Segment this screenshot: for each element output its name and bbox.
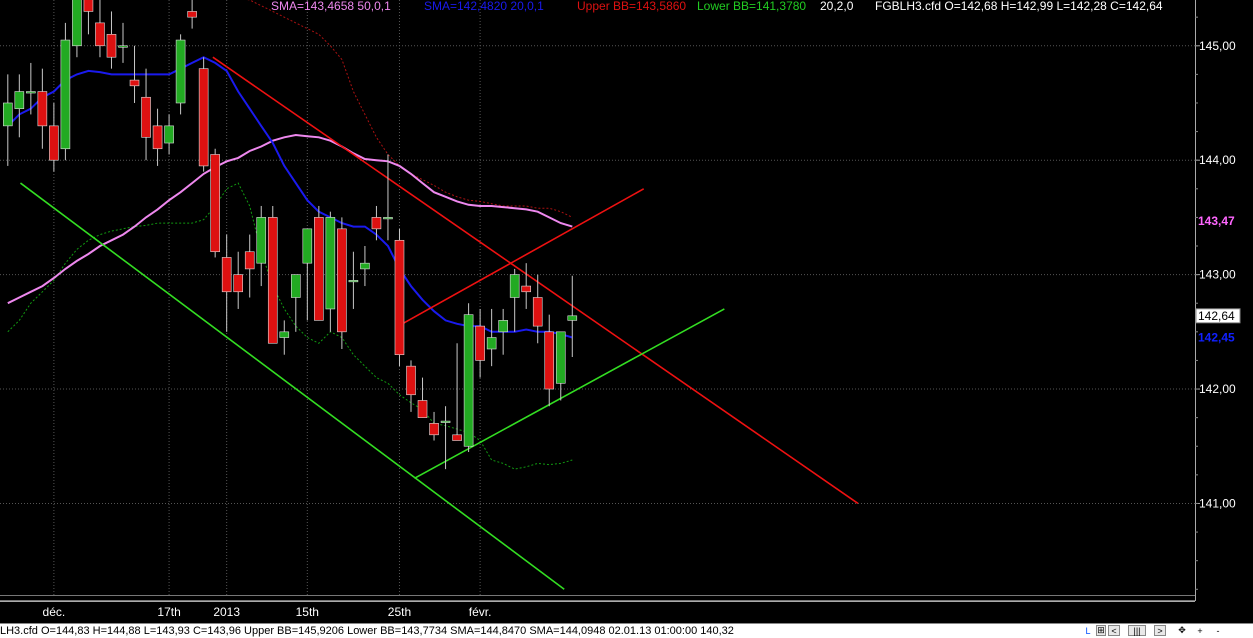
x-tick-label: 17th <box>157 605 180 619</box>
candle-body-up <box>164 125 174 144</box>
candle-body-up <box>325 217 336 310</box>
candle-body-up <box>290 274 301 298</box>
candle-body-down <box>95 22 105 47</box>
candle-body-down <box>521 285 532 293</box>
candle-body-down <box>429 423 439 436</box>
candle-body-down <box>532 297 543 327</box>
candle-body-up <box>486 337 497 350</box>
candle-body-down <box>371 217 382 230</box>
x-tick-label: 25th <box>388 605 411 619</box>
candle-body-up <box>72 0 82 47</box>
candle-body-down <box>452 434 462 441</box>
scroll-right-button[interactable]: > <box>1154 625 1166 636</box>
candle-body-down <box>129 79 140 87</box>
candle-body-up <box>14 91 25 110</box>
candle-body-up <box>348 280 359 283</box>
grid-toggle-button[interactable]: ⊞ <box>1096 625 1106 636</box>
candle-body-up <box>279 331 290 338</box>
pan-icon[interactable]: ✥ <box>1176 625 1188 636</box>
candle-body-up <box>383 217 393 220</box>
lower-bb-line <box>7 182 573 470</box>
candle-body-down <box>49 125 59 161</box>
y-tick-label: 145,00 <box>1199 39 1236 53</box>
candle-body-down <box>417 400 428 418</box>
status-bar: LH3.cfd O=144,83 H=144,88 L=143,93 C=143… <box>0 623 1253 638</box>
y-tick-label: 143,00 <box>1199 268 1236 282</box>
candle-body-up <box>555 331 566 384</box>
candle-body-down <box>475 325 485 361</box>
header-bb-params: 20,2,0 <box>820 0 854 13</box>
x-tick-label: févr. <box>469 605 492 619</box>
price-chart[interactable]: 145,00 144,00 143,00 142,00 141,00 143,47 142,… <box>0 0 1253 638</box>
candle-body-down <box>198 68 209 167</box>
status-l-label: L <box>1085 625 1091 636</box>
candle-body-up <box>60 39 71 150</box>
scroll-left-button[interactable]: < <box>1108 625 1120 636</box>
sma20-line <box>7 56 573 339</box>
scroll-thumb-button[interactable]: ||| <box>1128 625 1146 636</box>
status-text: LH3.cfd O=144,83 H=144,88 L=143,93 C=143… <box>0 625 734 637</box>
candle-body-up <box>2 102 13 127</box>
x-tick-label: déc. <box>43 605 66 619</box>
candle-body-up <box>256 217 267 264</box>
price-flag-label: 142,45 <box>1198 331 1235 345</box>
candle-body-down <box>83 0 94 12</box>
y-tick-label: 144,00 <box>1199 153 1236 167</box>
candle-body-up <box>302 228 313 264</box>
candle-body-up <box>440 420 451 423</box>
zoom-out-button[interactable]: - <box>1212 625 1224 636</box>
candle-body-up <box>175 39 186 104</box>
candle-body-up <box>360 262 370 270</box>
candle-body-down <box>152 125 163 150</box>
price-flag-label: 143,47 <box>1198 214 1235 228</box>
indicator-header: SMA=143,4658 50,0,1 SMA=142,4820 20,0,1 … <box>271 0 1163 13</box>
candle-body-down <box>210 154 220 253</box>
candle-body-down <box>106 34 117 58</box>
candle-body-down <box>187 11 197 18</box>
header-sma50: SMA=143,4658 50,0,1 <box>271 0 391 13</box>
candle-body-down <box>267 217 278 344</box>
y-tick-label: 141,00 <box>1199 496 1236 510</box>
candle-body-up <box>567 315 578 321</box>
candle-body-up <box>509 274 520 298</box>
candle-body-down <box>394 239 405 356</box>
candle-body-up <box>463 314 474 447</box>
header-ohlc: FGBLH3.cfd O=142,68 H=142,99 L=142,28 C=… <box>875 0 1163 13</box>
chart-scroll-strip[interactable] <box>0 595 1195 601</box>
candle-body-down <box>221 257 232 293</box>
candle-body-down <box>37 91 48 127</box>
trendline[interactable] <box>414 308 725 479</box>
moving-averages <box>7 56 573 339</box>
header-lower-bb: Lower BB=141,3780 <box>697 0 806 13</box>
x-tick-label: 2013 <box>213 605 240 619</box>
sma50-line <box>7 133 573 305</box>
candle-body-up <box>498 320 508 333</box>
candle-body-up <box>118 45 128 48</box>
candle-body-down <box>406 365 416 396</box>
x-tick-label: 15th <box>296 605 319 619</box>
header-sma20: SMA=142,4820 20,0,1 <box>424 0 544 13</box>
candle-body-down <box>244 251 255 270</box>
time-axis: déc. 17th 2013 15th 25th févr. <box>0 601 1195 619</box>
candle-body-down <box>141 96 151 138</box>
zoom-in-button[interactable]: + <box>1194 625 1206 636</box>
trendline[interactable] <box>212 56 859 505</box>
y-tick-label: 142,00 <box>1199 382 1236 396</box>
candle-body-up <box>26 91 36 94</box>
candle-body-down <box>314 217 324 321</box>
candle-body-down <box>337 228 347 333</box>
candle-body-down <box>544 331 555 390</box>
price-axis: 145,00 144,00 143,00 142,00 141,00 143,47 142,… <box>1195 0 1241 601</box>
price-flag-label: 142,64 <box>1198 309 1235 323</box>
candle-body-down <box>233 274 243 293</box>
header-upper-bb: Upper BB=143,5860 <box>577 0 686 13</box>
